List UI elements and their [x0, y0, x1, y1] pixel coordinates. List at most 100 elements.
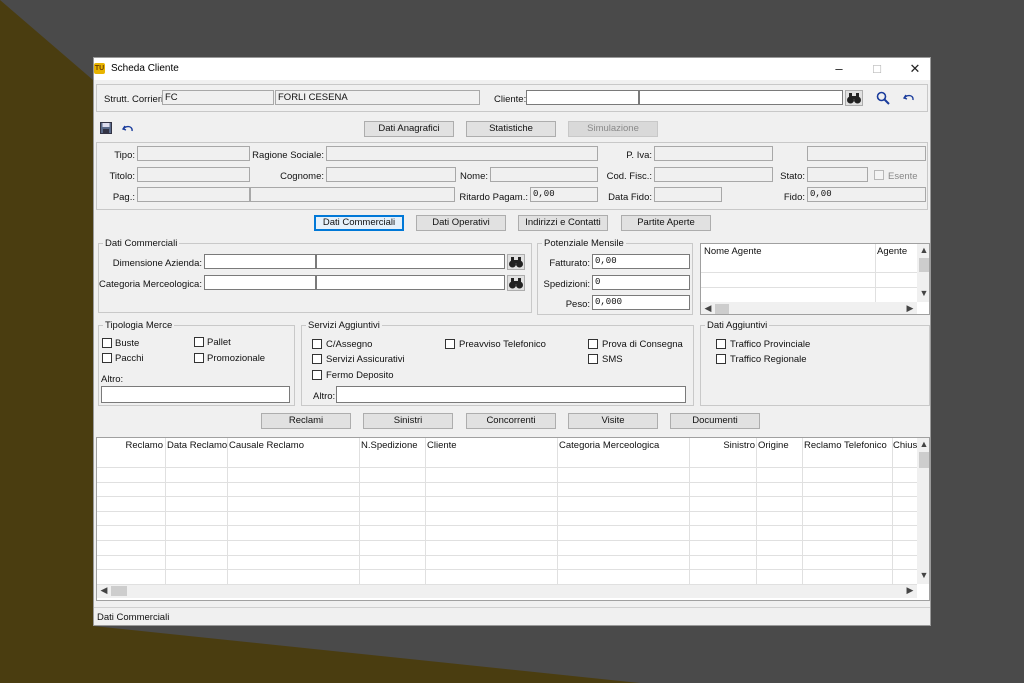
- cliente-code-input[interactable]: [526, 90, 639, 105]
- traffico-regionale-checkbox[interactable]: [716, 354, 726, 364]
- promozionale-checkbox[interactable]: [194, 353, 204, 363]
- traffico-provinciale-checkbox[interactable]: [716, 339, 726, 349]
- pallet-checkbox[interactable]: [194, 337, 204, 347]
- cod-fisc-field[interactable]: [654, 167, 773, 182]
- strutt-name-field[interactable]: FORLI CESENA: [275, 90, 480, 105]
- strutt-code-field[interactable]: FC: [162, 90, 274, 105]
- undo-icon[interactable]: [902, 93, 915, 106]
- fido-field[interactable]: 0,00: [807, 187, 926, 202]
- ragione-sociale-field[interactable]: [326, 146, 598, 161]
- col-chiusura[interactable]: Chiusu: [893, 440, 917, 451]
- tab-sinistri[interactable]: Sinistri: [363, 413, 453, 429]
- agenti-vscroll[interactable]: ▲ ▼: [917, 244, 929, 302]
- agenti-grid[interactable]: Nome Agente Agente ▲ ▼ ◀ ▶: [700, 243, 930, 315]
- undo-changes-icon[interactable]: [121, 124, 134, 137]
- col-reclamo-telefonico[interactable]: Reclamo Telefonico: [804, 440, 890, 451]
- col-sinistro[interactable]: Sinistro: [691, 440, 755, 451]
- servizi-assicurativi-checkbox[interactable]: [312, 354, 322, 364]
- close-button[interactable]: ✕: [901, 60, 929, 78]
- chevron-left-icon[interactable]: ◀: [701, 303, 715, 314]
- chevron-up-icon[interactable]: ▲: [917, 245, 929, 255]
- fatturato-input[interactable]: 0,00: [592, 254, 690, 269]
- chevron-left-icon[interactable]: ◀: [97, 585, 111, 596]
- tab-simulazione[interactable]: Simulazione: [568, 121, 658, 137]
- scroll-thumb[interactable]: [111, 586, 127, 596]
- tab-visite[interactable]: Visite: [568, 413, 658, 429]
- chevron-down-icon[interactable]: ▼: [917, 570, 929, 580]
- reclami-hscroll[interactable]: ◀ ▶: [97, 584, 917, 598]
- search-icon[interactable]: [876, 91, 890, 108]
- tab-documenti[interactable]: Documenti: [670, 413, 760, 429]
- chevron-up-icon[interactable]: ▲: [917, 439, 929, 449]
- stato-label: Stato:: [780, 171, 805, 182]
- chevron-down-icon[interactable]: ▼: [917, 288, 929, 298]
- preavviso-telefonico-checkbox[interactable]: [445, 339, 455, 349]
- tipologia-altro-input[interactable]: [101, 386, 290, 403]
- pacchi-checkbox[interactable]: [102, 353, 112, 363]
- dimensione-desc-input[interactable]: [316, 254, 505, 269]
- categoria-binoculars-icon[interactable]: [507, 275, 525, 291]
- titolo-field[interactable]: [137, 167, 250, 182]
- peso-input[interactable]: 0,000: [592, 295, 690, 310]
- col-reclamo[interactable]: Reclamo: [97, 440, 164, 451]
- ritardo-pagam-field[interactable]: 0,00: [530, 187, 598, 202]
- nome-agente-header[interactable]: Nome Agente: [704, 246, 762, 257]
- binoculars-icon[interactable]: [845, 90, 863, 106]
- col-origine[interactable]: Origine: [758, 440, 802, 451]
- sms-checkbox[interactable]: [588, 354, 598, 364]
- agente-header[interactable]: Agente: [877, 246, 907, 257]
- scroll-thumb[interactable]: [715, 304, 729, 314]
- fermo-deposito-checkbox[interactable]: [312, 370, 322, 380]
- cliente-name-input[interactable]: [639, 90, 843, 105]
- reclami-grid[interactable]: Reclamo Data Reclamo Causale Reclamo N.S…: [96, 437, 930, 601]
- title-bar: TU Scheda Cliente – □ ✕: [94, 58, 930, 80]
- cassegno-checkbox[interactable]: [312, 339, 322, 349]
- pag-desc-field[interactable]: [250, 187, 455, 202]
- agenti-hscroll[interactable]: ◀ ▶: [701, 302, 917, 314]
- col-n-spedizione[interactable]: N.Spedizione: [361, 440, 425, 451]
- scroll-thumb[interactable]: [919, 452, 929, 468]
- piva-extra-field[interactable]: [807, 146, 926, 161]
- nome-field[interactable]: [490, 167, 598, 182]
- tab-statistiche[interactable]: Statistiche: [466, 121, 556, 137]
- pacchi-label: Pacchi: [115, 353, 144, 364]
- tab-indirizzi-contatti[interactable]: Indirizzi e Contatti: [518, 215, 608, 231]
- col-cliente[interactable]: Cliente: [427, 440, 555, 451]
- tab-reclami[interactable]: Reclami: [261, 413, 351, 429]
- chevron-right-icon[interactable]: ▶: [903, 585, 917, 596]
- servizi-altro-input[interactable]: [336, 386, 686, 403]
- chevron-right-icon[interactable]: ▶: [903, 303, 917, 314]
- stato-field[interactable]: [807, 167, 868, 182]
- dimensione-binoculars-icon[interactable]: [507, 254, 525, 270]
- table-row: [97, 525, 917, 526]
- data-fido-field[interactable]: [654, 187, 722, 202]
- scroll-thumb[interactable]: [919, 258, 929, 272]
- piva-label: P. Iva:: [626, 150, 652, 161]
- col-categoria-merceologica[interactable]: Categoria Merceologica: [559, 440, 687, 451]
- reclami-vscroll[interactable]: ▲ ▼: [917, 438, 929, 584]
- esente-checkbox[interactable]: [874, 170, 884, 180]
- agenti-row-line: [701, 287, 917, 288]
- titolo-label: Titolo:: [109, 171, 135, 182]
- save-icon[interactable]: [100, 122, 112, 137]
- traffico-regionale-label: Traffico Regionale: [730, 354, 807, 365]
- tab-partite-aperte[interactable]: Partite Aperte: [621, 215, 711, 231]
- tab-dati-operativi[interactable]: Dati Operativi: [416, 215, 506, 231]
- col-causale-reclamo[interactable]: Causale Reclamo: [229, 440, 357, 451]
- cognome-field[interactable]: [326, 167, 456, 182]
- tab-dati-commerciali[interactable]: Dati Commerciali: [314, 215, 404, 231]
- minimize-button[interactable]: –: [825, 60, 853, 78]
- prova-consegna-checkbox[interactable]: [588, 339, 598, 349]
- pag-code-field[interactable]: [137, 187, 250, 202]
- spedizioni-input[interactable]: 0: [592, 275, 690, 290]
- buste-checkbox[interactable]: [102, 338, 112, 348]
- dimensione-code-input[interactable]: [204, 254, 316, 269]
- maximize-button[interactable]: □: [863, 60, 891, 78]
- categoria-code-input[interactable]: [204, 275, 316, 290]
- tab-concorrenti[interactable]: Concorrenti: [466, 413, 556, 429]
- tab-dati-anagrafici[interactable]: Dati Anagrafici: [364, 121, 454, 137]
- piva-field[interactable]: [654, 146, 773, 161]
- tipo-field[interactable]: [137, 146, 250, 161]
- categoria-desc-input[interactable]: [316, 275, 505, 290]
- col-data-reclamo[interactable]: Data Reclamo: [167, 440, 227, 451]
